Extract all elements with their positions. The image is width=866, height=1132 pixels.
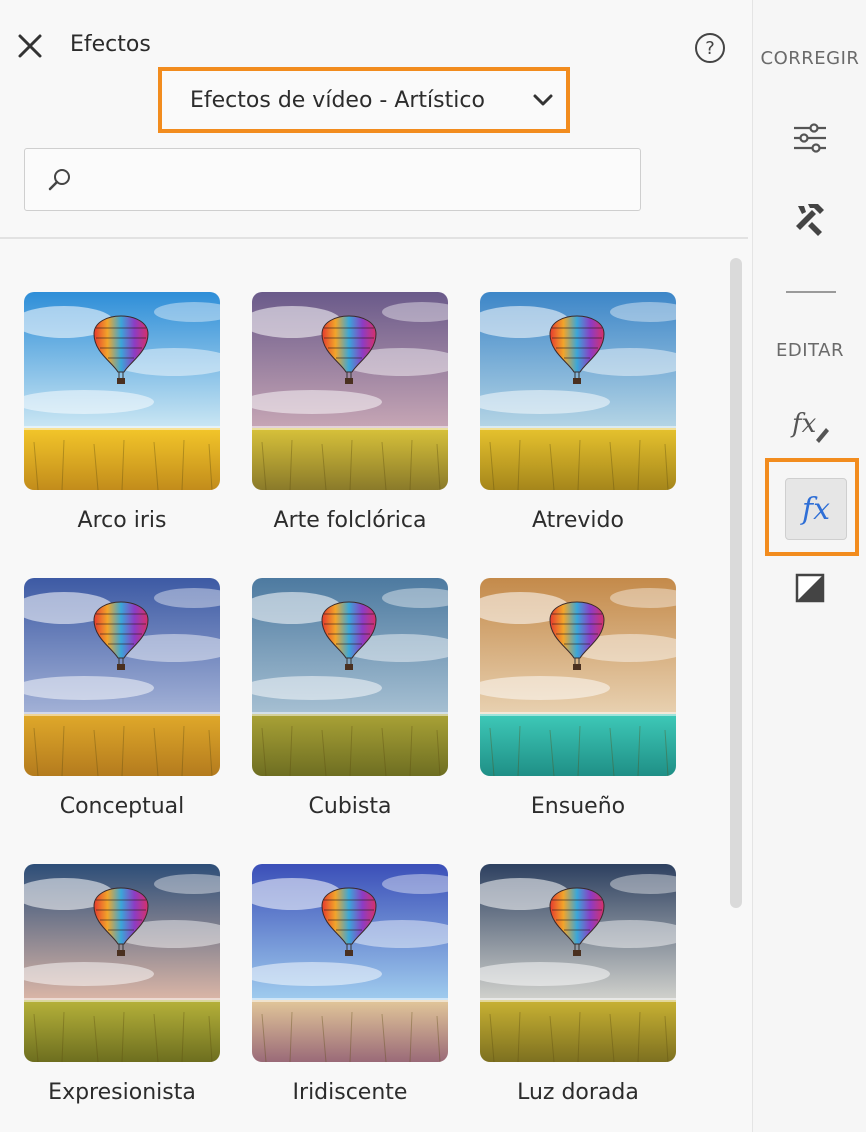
effect-label: Expresionista [48,1080,196,1105]
effect-thumbnail[interactable] [480,292,676,490]
effect-tile[interactable]: Luz dorada [480,864,676,1105]
help-icon: ? [695,33,725,63]
search-input[interactable] [85,159,625,201]
sidebar-separator [786,291,836,293]
effect-tile[interactable]: Ensueño [480,578,676,819]
effect-thumbnail[interactable] [24,578,220,776]
category-dropdown-label: Efectos de vídeo - Artístico [190,87,485,113]
effect-tile[interactable]: Conceptual [24,578,220,819]
effect-tile[interactable]: Arte folclórica [252,292,448,533]
adjust-button[interactable] [788,116,832,160]
search-icon [48,169,70,191]
scrollbar[interactable] [725,250,745,1110]
effect-thumbnail[interactable] [24,864,220,1062]
effect-label: Arte folclórica [273,508,427,533]
effect-label: Arco iris [77,508,167,533]
effect-thumbnail[interactable] [252,292,448,490]
effect-thumbnail[interactable] [252,864,448,1062]
effect-label: Iridiscente [292,1080,408,1105]
effect-thumbnail[interactable] [252,578,448,776]
fx-edit-button[interactable]: fx [788,402,832,446]
effect-label: Conceptual [59,794,185,819]
fx-edit-icon: fx [790,409,829,443]
section-label-corregir: CORREGIR [760,48,860,69]
effect-thumbnail[interactable] [480,864,676,1062]
scrollbar-thumb[interactable] [730,258,742,908]
effect-tile[interactable]: Expresionista [24,864,220,1105]
tools-button[interactable] [788,196,832,240]
close-button[interactable] [14,30,46,62]
hammer-wrench-icon [796,204,824,236]
svg-text:fx: fx [790,409,817,439]
help-button[interactable]: ? [694,32,726,64]
fx-icon: fx [801,491,831,527]
effects-panel: Efectos ? Efectos de vídeo - Artístico A… [0,0,750,1132]
effect-tile[interactable]: Atrevido [480,292,676,533]
right-sidebar: CORREGIR EDITAR fx [752,0,866,1132]
panel-divider [0,237,748,239]
panel-title: Efectos [70,32,151,57]
contrast-icon [795,573,825,603]
chevron-down-icon [533,94,553,106]
effect-tile[interactable]: Cubista [252,578,448,819]
effect-thumbnail[interactable] [24,292,220,490]
effect-tile[interactable]: Arco iris [24,292,220,533]
search-box [24,148,641,211]
close-icon [18,34,42,58]
effect-thumbnail[interactable] [480,578,676,776]
category-dropdown[interactable]: Efectos de vídeo - Artístico [158,67,570,133]
sliders-icon [794,123,826,153]
fx-highlight-frame: fx [765,458,859,556]
effect-tile[interactable]: Iridiscente [252,864,448,1105]
effect-label: Cubista [308,794,392,819]
effect-label: Luz dorada [517,1080,639,1105]
svg-text:?: ? [705,38,715,59]
fx-button[interactable]: fx [785,478,847,540]
section-label-editar: EDITAR [776,340,844,361]
contrast-button[interactable] [788,566,832,610]
effect-label: Ensueño [530,794,626,819]
effect-label: Atrevido [532,508,624,533]
